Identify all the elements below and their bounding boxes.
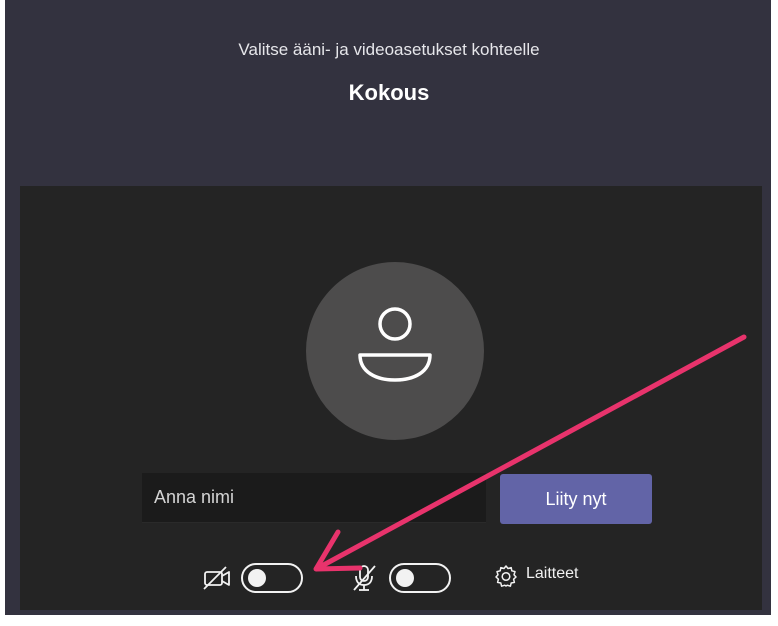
camera-toggle[interactable]	[241, 563, 303, 593]
join-now-button[interactable]: Liity nyt	[500, 474, 652, 524]
person-icon	[358, 307, 432, 382]
gear-icon	[495, 565, 517, 587]
name-input[interactable]	[142, 473, 486, 523]
meeting-title: Kokous	[348, 80, 430, 105]
avatar	[306, 262, 484, 440]
mic-toggle[interactable]	[389, 563, 451, 593]
camera-toggle-knob	[248, 569, 266, 587]
mic-off-icon[interactable]	[350, 563, 378, 593]
devices-label: Laitteet	[526, 565, 579, 582]
header-subtitle: Valitse ääni- ja videoasetukset kohteell…	[238, 40, 540, 59]
mic-toggle-knob	[396, 569, 414, 587]
video-off-icon[interactable]	[202, 565, 232, 591]
